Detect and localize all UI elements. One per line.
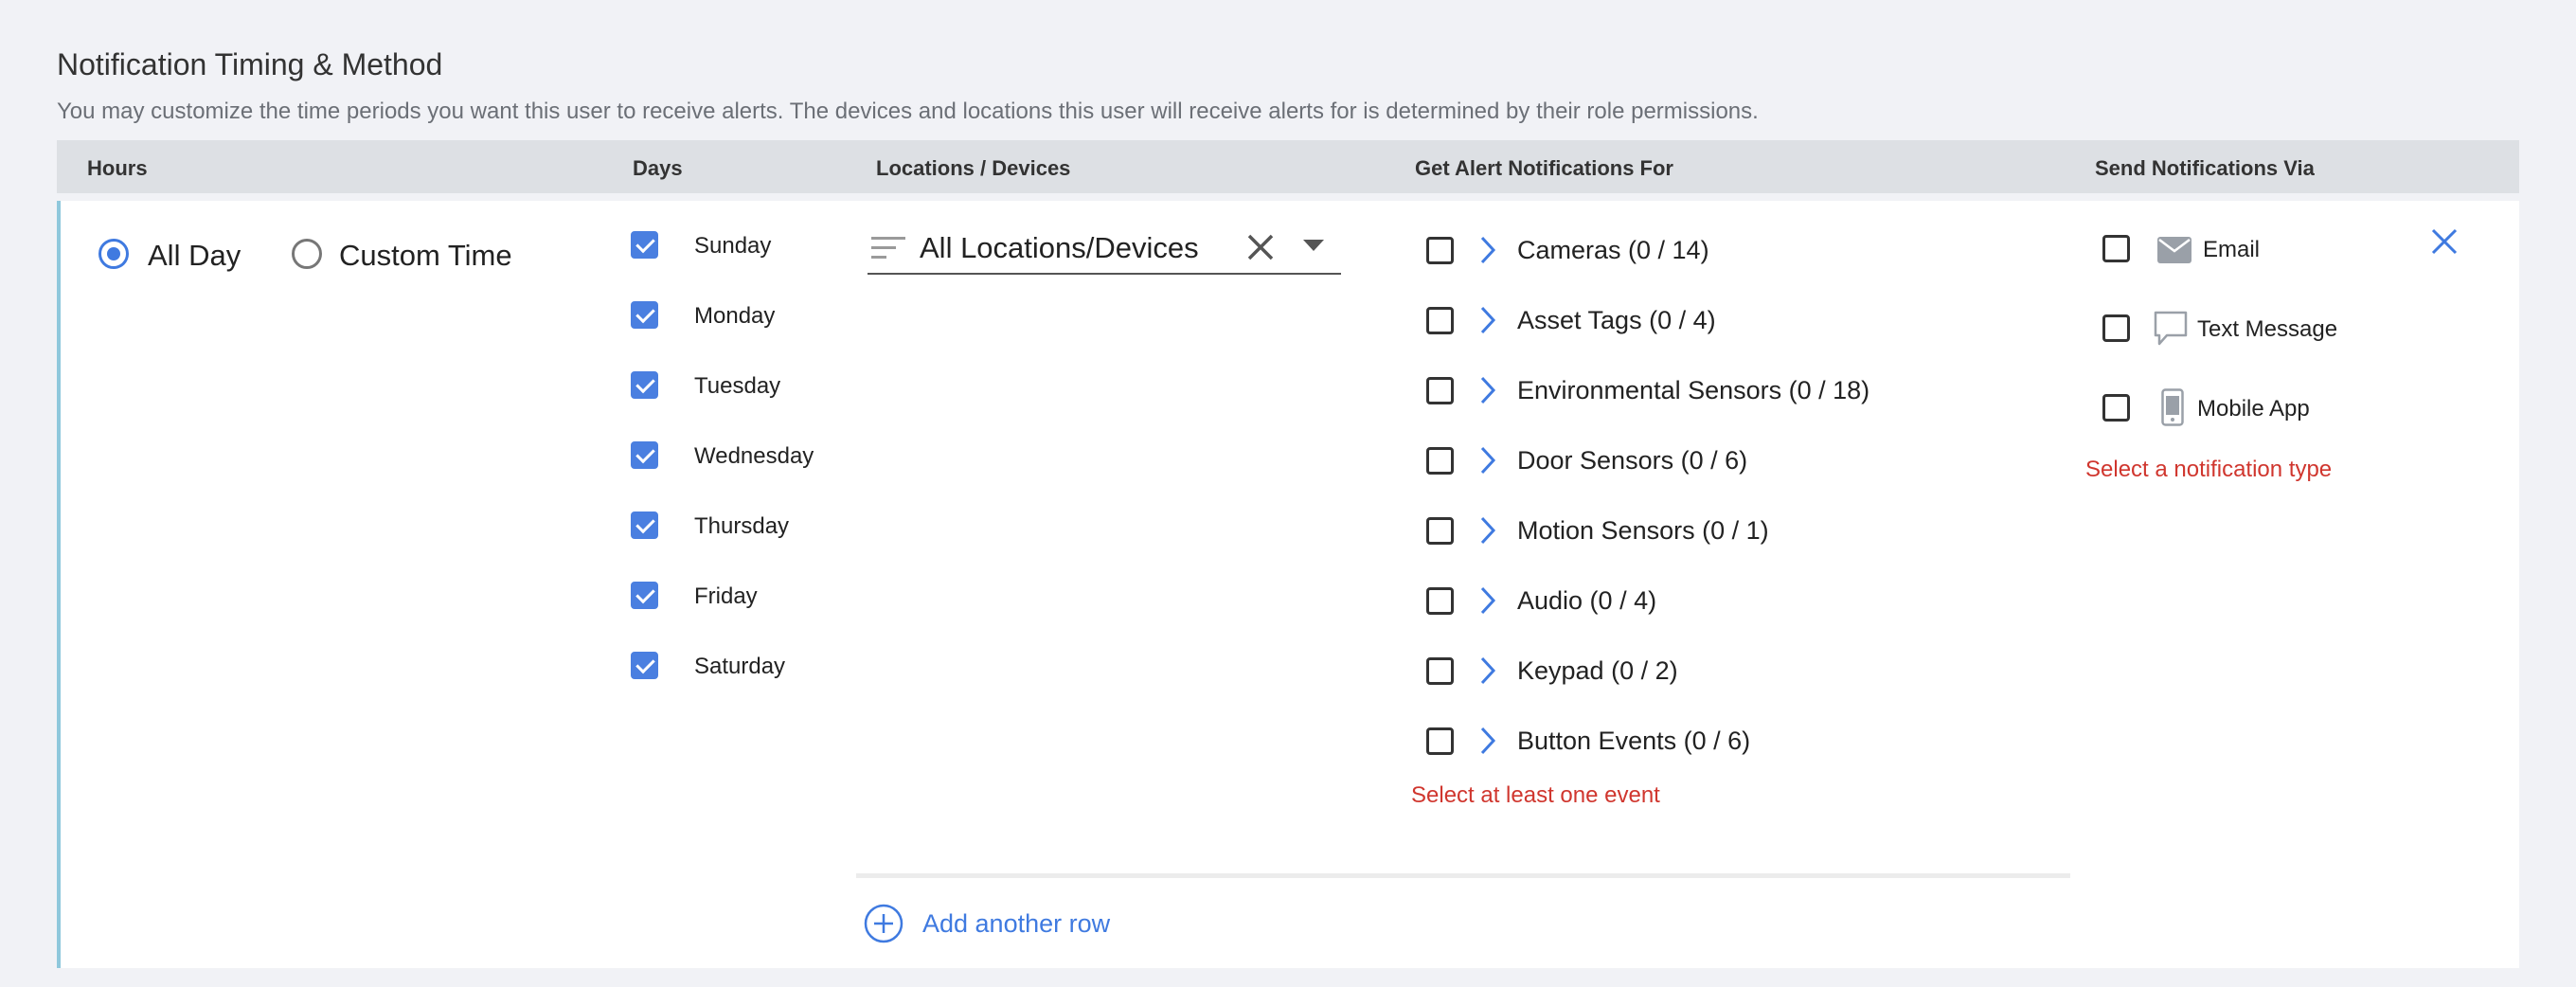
day-checkbox-tuesday[interactable] [631, 371, 658, 399]
day-checkbox-friday[interactable] [631, 582, 658, 609]
day-checkbox-thursday[interactable] [631, 511, 658, 539]
chevron-right-icon[interactable] [1479, 655, 1496, 686]
chevron-right-icon[interactable] [1479, 305, 1496, 335]
via-checkbox-email[interactable] [2102, 235, 2130, 262]
radio-custom-time[interactable] [292, 239, 322, 269]
event-label-keypad: Keypad (0 / 2) [1517, 656, 1678, 685]
chevron-right-icon[interactable] [1479, 375, 1496, 405]
via-error-message: Select a notification type [2085, 457, 2333, 482]
via-label-email: Email [2203, 237, 2261, 262]
envelope-icon [2157, 237, 2191, 263]
events-error-message: Select at least one event [1411, 782, 1660, 808]
event-checkbox-audio[interactable] [1426, 587, 1454, 615]
column-header-via: Send Notifications Via [2095, 156, 2315, 180]
event-checkbox-button-events[interactable] [1426, 727, 1454, 755]
event-label-motion-sensors: Motion Sensors (0 / 1) [1517, 516, 1769, 545]
event-label-door-sensors: Door Sensors (0 / 6) [1517, 446, 1748, 475]
section-title: Notification Timing & Method [57, 47, 443, 81]
radio-custom-time-label[interactable]: Custom Time [339, 239, 512, 273]
radio-all-day[interactable] [98, 239, 129, 269]
event-label-environmental-sensors: Environmental Sensors (0 / 18) [1517, 376, 1870, 404]
radio-all-day-label[interactable]: All Day [148, 239, 241, 273]
via-checkbox-mobile-app[interactable] [2102, 394, 2130, 422]
add-row-button[interactable]: Add another row [922, 909, 1110, 939]
day-label-friday: Friday [694, 583, 758, 609]
section-description: You may customize the time periods you w… [57, 99, 1759, 124]
event-label-asset-tags: Asset Tags (0 / 4) [1517, 306, 1716, 334]
column-header-days: Days [633, 156, 683, 180]
add-circle-icon[interactable] [864, 904, 903, 943]
column-header-locations: Locations / Devices [876, 156, 1071, 180]
dropdown-caret-icon[interactable] [1303, 239, 1324, 252]
column-header-alerts: Get Alert Notifications For [1415, 156, 1673, 180]
chevron-right-icon[interactable] [1479, 235, 1496, 265]
chat-bubble-icon [2154, 311, 2188, 346]
day-label-saturday: Saturday [694, 654, 786, 679]
chevron-right-icon[interactable] [1479, 515, 1496, 546]
event-label-button-events: Button Events (0 / 6) [1517, 727, 1751, 755]
via-label-text-message: Text Message [2197, 316, 2338, 342]
day-label-thursday: Thursday [694, 513, 790, 539]
event-checkbox-environmental-sensors[interactable] [1426, 377, 1454, 404]
day-label-sunday: Sunday [694, 233, 772, 259]
row-divider [856, 873, 2070, 878]
day-checkbox-wednesday[interactable] [631, 441, 658, 469]
via-checkbox-text-message[interactable] [2102, 314, 2130, 342]
day-label-monday: Monday [694, 303, 776, 329]
chevron-right-icon[interactable] [1479, 726, 1496, 756]
event-label-cameras: Cameras (0 / 14) [1517, 236, 1709, 264]
day-checkbox-sunday[interactable] [631, 231, 658, 259]
filter-list-icon [871, 237, 905, 259]
locations-select[interactable]: All Locations/Devices [868, 218, 1341, 275]
column-header-hours: Hours [87, 156, 148, 180]
event-checkbox-keypad[interactable] [1426, 657, 1454, 685]
event-checkbox-asset-tags[interactable] [1426, 307, 1454, 334]
day-checkbox-saturday[interactable] [631, 652, 658, 679]
via-label-mobile-app: Mobile App [2197, 396, 2310, 422]
day-label-tuesday: Tuesday [694, 373, 781, 399]
mobile-phone-icon [2161, 388, 2184, 426]
table-header: Hours Days Locations / Devices Get Alert… [57, 140, 2519, 193]
day-checkbox-monday[interactable] [631, 301, 658, 329]
notification-row-panel: All Day Custom Time Sunday Monday Tuesda… [57, 201, 2519, 968]
day-label-wednesday: Wednesday [694, 443, 814, 469]
event-checkbox-cameras[interactable] [1426, 237, 1454, 264]
event-label-audio: Audio (0 / 4) [1517, 586, 1657, 615]
chevron-right-icon[interactable] [1479, 445, 1496, 476]
event-checkbox-motion-sensors[interactable] [1426, 517, 1454, 545]
event-checkbox-door-sensors[interactable] [1426, 447, 1454, 475]
chevron-right-icon[interactable] [1479, 585, 1496, 616]
clear-icon[interactable] [1246, 233, 1275, 261]
locations-select-value: All Locations/Devices [920, 231, 1199, 264]
close-icon[interactable] [2430, 227, 2459, 256]
